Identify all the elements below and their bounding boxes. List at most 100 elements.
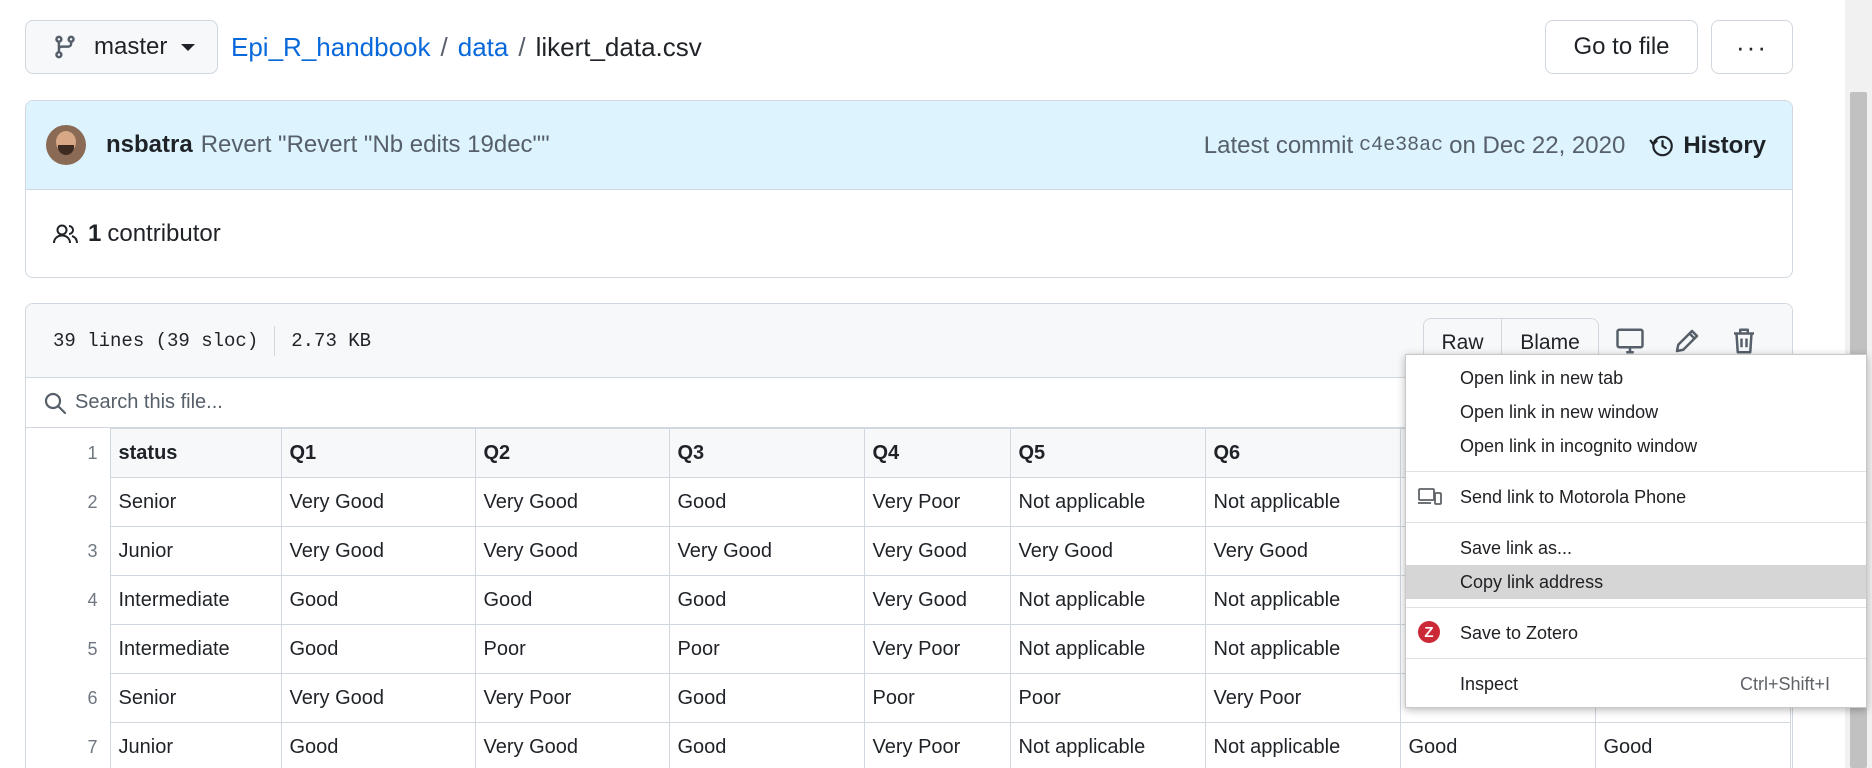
menu-item-save-to-zotero[interactable]: Z Save to Zotero <box>1406 616 1866 650</box>
table-cell: Good <box>280 624 476 674</box>
table-cell: Very Good <box>863 526 1011 576</box>
table-cell: Junior <box>109 722 282 768</box>
line-number[interactable]: 1 <box>26 428 111 478</box>
divider <box>274 325 276 356</box>
menu-item-open-new-window[interactable]: Open link in new window <box>1406 395 1866 429</box>
table-cell: Not applicable <box>1204 722 1401 768</box>
latest-commit-label: Latest commit <box>1203 131 1354 159</box>
menu-item-label: Save link as... <box>1460 537 1573 558</box>
table-cell: Not applicable <box>1009 624 1206 674</box>
search-icon <box>44 392 67 414</box>
table-cell: Very Good <box>863 575 1011 625</box>
table-cell: Poor <box>863 673 1011 723</box>
menu-item-shortcut: Ctrl+Shift+I <box>1739 673 1830 694</box>
menu-item-label: Copy link address <box>1460 571 1604 592</box>
contributors-count: 1 <box>88 220 102 247</box>
menu-item-open-new-tab[interactable]: Open link in new tab <box>1406 361 1866 395</box>
commit-sha-link[interactable]: c4e38ac <box>1359 134 1443 157</box>
line-number[interactable]: 4 <box>26 575 111 625</box>
table-cell: Good <box>1399 722 1596 768</box>
table-cell: Very Poor <box>863 624 1011 674</box>
table-cell: Not applicable <box>1009 477 1206 527</box>
breadcrumb-separator: / <box>518 31 526 62</box>
table-cell: Not applicable <box>1009 575 1206 625</box>
history-link[interactable]: History <box>1649 132 1766 160</box>
pencil-icon[interactable] <box>1672 326 1702 356</box>
header-cell: Q3 <box>668 428 865 478</box>
menu-item-send-to-device[interactable]: Send link to Motorola Phone <box>1406 480 1866 514</box>
table-cell: Very Poor <box>863 477 1011 527</box>
table-cell: Very Good <box>280 477 476 527</box>
history-label: History <box>1683 131 1766 159</box>
breadcrumb-folder-link[interactable]: data <box>458 32 509 63</box>
menu-item-copy-link-address[interactable]: Copy link address <box>1406 565 1866 599</box>
table-cell: Intermediate <box>109 575 282 625</box>
table-cell: Intermediate <box>109 624 282 674</box>
zotero-icon: Z <box>1418 621 1440 643</box>
breadcrumb-repo-link[interactable]: Epi_R_handbook <box>231 32 431 63</box>
header-cell: Q1 <box>280 428 476 478</box>
breadcrumb-file-name: likert_data.csv <box>535 31 702 62</box>
commit-author-link[interactable]: nsbatra <box>106 131 193 159</box>
table-cell: Very Good <box>474 722 670 768</box>
commit-header: nsbatra Revert "Revert "Nb edits 19dec""… <box>26 101 1792 190</box>
menu-item-inspect[interactable]: Inspect Ctrl+Shift+I <box>1406 667 1866 701</box>
table-cell: Good <box>668 575 865 625</box>
table-cell: Very Good <box>474 477 670 527</box>
menu-item-label: Open link in new tab <box>1460 367 1624 388</box>
table-cell: Poor <box>474 624 670 674</box>
table-cell: Good <box>280 722 476 768</box>
line-number[interactable]: 6 <box>26 673 111 723</box>
git-branch-icon <box>55 35 75 59</box>
table-cell: Senior <box>109 477 282 527</box>
table-cell: Good <box>280 575 476 625</box>
menu-item-label: Open link in new window <box>1460 401 1659 422</box>
line-number[interactable]: 2 <box>26 477 111 527</box>
search-placeholder: Search this file... <box>75 391 223 413</box>
menu-separator <box>1406 607 1866 608</box>
table-cell: Very Good <box>1009 526 1206 576</box>
menu-separator <box>1406 522 1866 523</box>
contributors-row[interactable]: 1 contributor <box>26 190 1792 277</box>
menu-separator <box>1406 471 1866 472</box>
table-cell: Not applicable <box>1009 722 1206 768</box>
table-cell: Good <box>1594 722 1791 768</box>
table-cell: Very Poor <box>474 673 670 723</box>
menu-item-open-incognito[interactable]: Open link in incognito window <box>1406 429 1866 463</box>
header-cell: Q6 <box>1204 428 1401 478</box>
table-cell: Very Poor <box>1204 673 1401 723</box>
menu-item-save-link-as[interactable]: Save link as... <box>1406 531 1866 565</box>
file-navigation-bar: master Epi_R_handbook / data / likert_da… <box>25 20 1793 74</box>
breadcrumb-separator: / <box>440 31 448 62</box>
table-cell: Not applicable <box>1204 477 1401 527</box>
go-to-file-button[interactable]: Go to file <box>1545 20 1698 74</box>
breadcrumb: Epi_R_handbook / data / likert_data.csv <box>231 20 702 74</box>
header-cell: Q5 <box>1009 428 1206 478</box>
commit-message-link[interactable]: Revert "Revert "Nb edits 19dec"" <box>201 131 550 159</box>
table-cell: Not applicable <box>1204 624 1401 674</box>
branch-selector-button[interactable]: master <box>25 20 218 74</box>
table-row: 7 Junior Good Very Good Good Very Poor N… <box>26 722 1791 768</box>
avatar[interactable] <box>46 125 86 165</box>
line-number[interactable]: 3 <box>26 526 111 576</box>
table-cell: Very Poor <box>863 722 1011 768</box>
branch-name: master <box>94 33 168 60</box>
table-cell: Good <box>474 575 670 625</box>
menu-separator <box>1406 658 1866 659</box>
table-cell: Good <box>668 477 865 527</box>
table-cell: Junior <box>109 526 282 576</box>
desktop-icon[interactable] <box>1615 326 1645 356</box>
header-cell: Q4 <box>863 428 1011 478</box>
line-number[interactable]: 7 <box>26 722 111 768</box>
file-size: 2.73 KB <box>291 329 372 352</box>
table-cell: Very Good <box>280 526 476 576</box>
table-cell: Poor <box>1009 673 1206 723</box>
people-icon <box>53 224 78 244</box>
trash-icon[interactable] <box>1729 326 1759 356</box>
more-options-button[interactable]: ··· <box>1711 20 1793 74</box>
line-number[interactable]: 5 <box>26 624 111 674</box>
table-cell: Good <box>668 722 865 768</box>
contributors-label: contributor <box>107 220 221 247</box>
table-cell: Good <box>668 673 865 723</box>
context-menu: Open link in new tab Open link in new wi… <box>1405 354 1867 708</box>
